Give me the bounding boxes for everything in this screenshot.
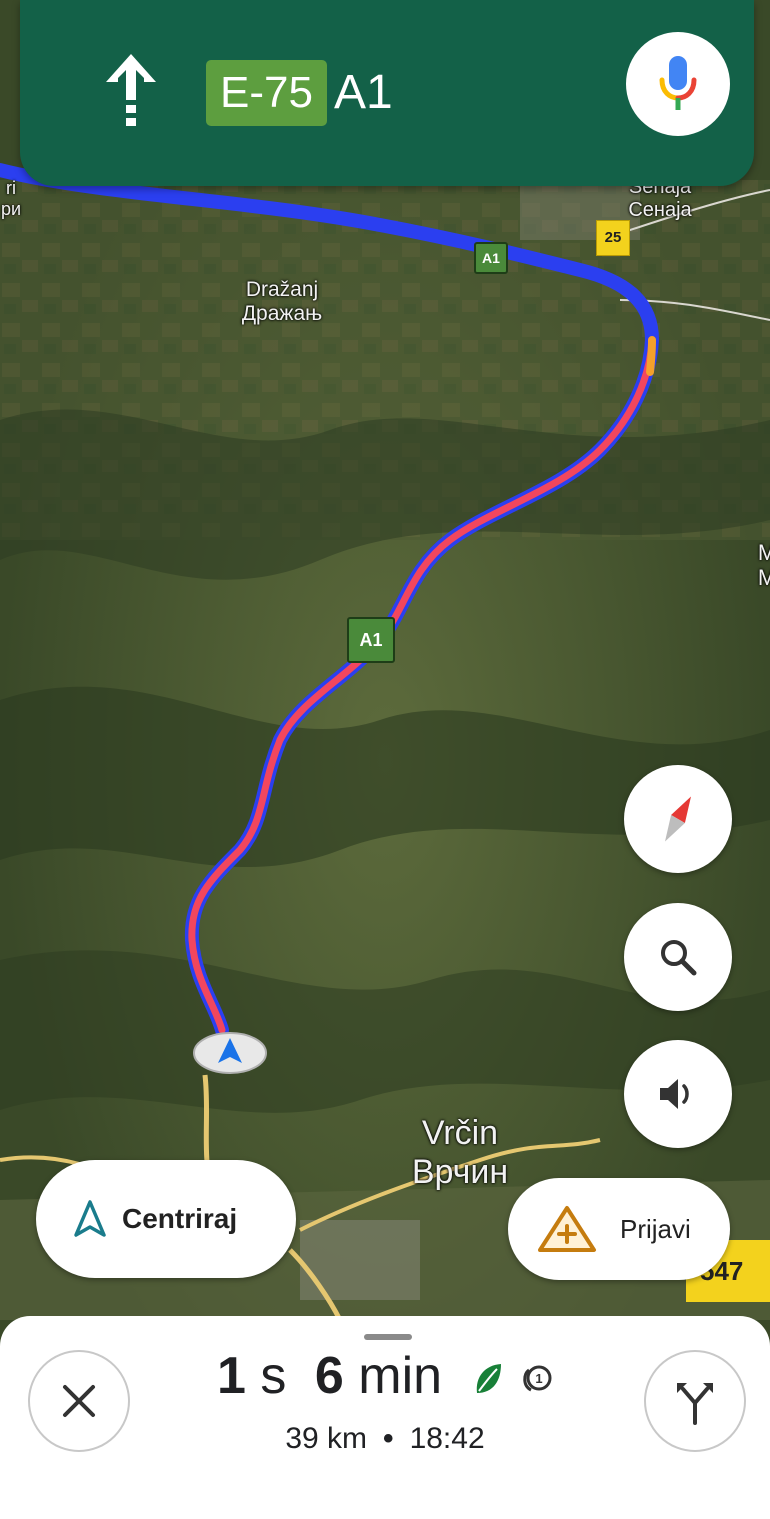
duration-hours-unit: s: [260, 1347, 287, 1405]
arrival-time: 18:42: [409, 1422, 485, 1455]
recenter-button[interactable]: Centriraj: [36, 1160, 296, 1278]
drag-handle[interactable]: [364, 1334, 412, 1340]
voice-search-button[interactable]: [626, 32, 730, 136]
satellite-map: [0, 0, 770, 1519]
sound-settings-button[interactable]: [624, 1040, 732, 1148]
search-along-route-button[interactable]: [624, 903, 732, 1011]
road-shield-a1-top: A1: [474, 242, 508, 274]
microphone-icon: [659, 56, 697, 110]
recenter-label: Centriraj: [122, 1203, 238, 1234]
place-label-edge-left: ri ри: [0, 178, 26, 219]
place-label-drazanj-latin: Dražanj: [245, 278, 319, 301]
route-badge: E-75: [206, 60, 327, 126]
route-split-icon: [677, 1383, 713, 1425]
place-label-vrcin-latin: Vrčin: [421, 1114, 499, 1152]
report-warning-icon: [538, 1206, 596, 1252]
place-label-drazanj-cyrillic: Дражањ: [241, 302, 323, 326]
place-label-edge-right-latin: M: [757, 540, 770, 565]
trip-summary-sheet[interactable]: 1 s 6 min 1 39 km • 18:42: [0, 1316, 770, 1519]
place-label-vrcin: Vrčin Врчин: [390, 1114, 530, 1192]
straight-arrow-icon: [106, 54, 156, 126]
road-shield-a1-mid: A1: [347, 617, 395, 663]
alternate-routes-button[interactable]: [644, 1350, 746, 1452]
road-name: A1: [334, 66, 393, 119]
report-label: Prijavi: [620, 1213, 691, 1244]
place-label-vrcin-cyrillic: Врчин: [411, 1153, 509, 1192]
leaf-icon: [476, 1364, 501, 1394]
duration-minutes: 6: [314, 1347, 344, 1405]
speaker-icon: [660, 1079, 689, 1109]
navigation-arrow-icon: [74, 1200, 106, 1237]
place-label-senaja-cyrillic: Сенаја: [628, 199, 692, 221]
road-shield-25: 25: [596, 220, 630, 256]
duration-hours: 1: [217, 1347, 246, 1405]
place-label-edge-right-cyrillic: M: [757, 565, 770, 591]
place-label-edge-left-latin: ri: [6, 178, 16, 198]
toll-icon: 1: [523, 1365, 552, 1392]
report-incident-button[interactable]: Prijavi: [508, 1178, 730, 1280]
search-icon: [661, 940, 697, 976]
current-location-marker: [193, 1032, 267, 1074]
svg-text:1: 1: [535, 1371, 542, 1386]
trip-distance: 39 km: [285, 1422, 368, 1455]
duration-minutes-unit: min: [358, 1347, 443, 1405]
compass-icon: [665, 796, 691, 842]
map-view[interactable]: Dražanj Дражањ Vrčin Врчин Senaja Сенаја…: [0, 0, 770, 1519]
navigation-instruction-banner[interactable]: E-75 A1: [20, 0, 754, 186]
place-label-drazanj: Dražanj Дражањ: [222, 278, 342, 326]
place-label-edge-left-cyrillic: ри: [0, 198, 22, 219]
compass-button[interactable]: [624, 765, 732, 873]
separator: •: [383, 1422, 394, 1455]
place-label-edge-right: M M: [752, 540, 770, 591]
